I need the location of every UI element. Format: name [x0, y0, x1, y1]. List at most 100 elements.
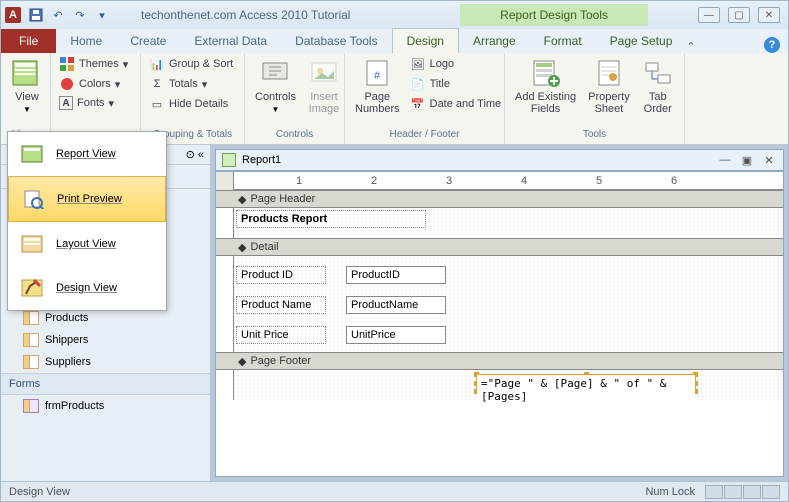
form-icon: [23, 399, 39, 413]
hide-details-button[interactable]: ▭Hide Details: [147, 95, 235, 113]
field-product-name[interactable]: ProductName: [346, 296, 446, 314]
label-product-id[interactable]: Product ID: [236, 266, 326, 284]
view-shortcut-layout[interactable]: [743, 485, 761, 499]
horizontal-ruler[interactable]: 1 2 3 4 5 6: [216, 172, 783, 190]
ribbon-expand-icon[interactable]: ⌃: [686, 40, 695, 53]
themes-button[interactable]: Themes ▾: [57, 55, 130, 73]
view-button[interactable]: View ▼: [7, 55, 47, 116]
date-icon: 📅: [410, 96, 426, 112]
vertical-ruler[interactable]: [216, 208, 234, 238]
controls-group-label: Controls: [251, 127, 338, 142]
minimize-button[interactable]: —: [698, 7, 720, 23]
field-unit-price[interactable]: UnitPrice: [346, 326, 446, 344]
fonts-button[interactable]: AFonts ▾: [57, 95, 130, 111]
nav-category-forms[interactable]: Forms: [1, 373, 210, 395]
vertical-ruler[interactable]: [216, 256, 234, 352]
report-design-canvas[interactable]: 1 2 3 4 5 6 ◆ Page Header Products Repor…: [215, 171, 784, 477]
group-sort-button[interactable]: 📊Group & Sort: [147, 55, 235, 73]
status-left: Design View: [9, 486, 70, 498]
label-unit-price[interactable]: Unit Price: [236, 326, 326, 344]
title-button[interactable]: 📄Title: [408, 75, 504, 93]
detail-section[interactable]: ◆ Detail: [216, 238, 783, 256]
maximize-button[interactable]: ▢: [728, 7, 750, 23]
property-sheet-button[interactable]: Property Sheet: [584, 55, 634, 117]
ruler-corner[interactable]: [216, 172, 234, 190]
doc-restore[interactable]: ▣: [739, 153, 755, 167]
tab-design[interactable]: Design: [392, 28, 459, 53]
view-shortcut-print[interactable]: [724, 485, 742, 499]
nav-dropdown-icon[interactable]: ⊙ «: [186, 148, 204, 161]
controls-icon: [259, 57, 291, 89]
image-icon: [308, 57, 340, 89]
page-expression-field[interactable]: ="Page " & [Page] & " of " & [Pages]: [477, 375, 695, 405]
totals-button[interactable]: ΣTotals ▾: [147, 75, 235, 93]
logo-button[interactable]: 🖼Logo: [408, 55, 504, 73]
doc-minimize[interactable]: —: [717, 153, 733, 167]
add-fields-button[interactable]: Add Existing Fields: [511, 55, 580, 117]
view-shortcut-design[interactable]: [762, 485, 780, 499]
logo-icon: 🖼: [410, 56, 426, 72]
undo-icon[interactable]: ↶: [49, 6, 67, 24]
redo-icon[interactable]: ↷: [71, 6, 89, 24]
nav-table-suppliers[interactable]: Suppliers: [1, 351, 210, 373]
detail-area[interactable]: Product ID ProductID Product Name Produc…: [216, 256, 783, 352]
selected-control[interactable]: ="Page " & [Page] & " of " & [Pages]: [476, 374, 696, 392]
qat-dropdown-icon[interactable]: ▾: [93, 6, 111, 24]
context-tools-title: Report Design Tools: [460, 4, 648, 26]
title-icon: 📄: [410, 76, 426, 92]
ribbon-tabs: File Home Create External Data Database …: [1, 29, 788, 53]
print-preview-icon: [19, 187, 47, 211]
status-numlock: Num Lock: [645, 486, 695, 498]
tab-page-setup[interactable]: Page Setup: [596, 29, 687, 53]
save-icon[interactable]: [27, 6, 45, 24]
document-tab-label: Report1: [242, 154, 281, 166]
file-tab[interactable]: File: [1, 29, 56, 53]
window-controls: — ▢ ✕: [698, 7, 784, 23]
report-view-icon: [18, 142, 46, 166]
tab-format[interactable]: Format: [530, 29, 596, 53]
tools-group-label: Tools: [511, 127, 678, 142]
close-button[interactable]: ✕: [758, 7, 780, 23]
report-title-label[interactable]: Products Report: [236, 210, 426, 228]
table-icon: [23, 333, 39, 347]
chevron-down-icon: ▼: [23, 105, 31, 114]
tab-database-tools[interactable]: Database Tools: [281, 29, 392, 53]
group-tools: Add Existing Fields Property Sheet Tab O…: [505, 53, 685, 144]
view-item-layout[interactable]: Layout View: [8, 222, 166, 266]
tab-create[interactable]: Create: [116, 29, 180, 53]
field-product-id[interactable]: ProductID: [346, 266, 446, 284]
doc-window-controls: — ▣ ✕: [717, 153, 777, 167]
page-footer-section[interactable]: ◆ Page Footer: [216, 352, 783, 370]
add-fields-icon: [530, 57, 562, 89]
vertical-ruler[interactable]: [216, 370, 234, 400]
view-shortcut-report[interactable]: [705, 485, 723, 499]
work-area: Report1 — ▣ ✕ 1 2 3 4 5 6 ◆ Page Header …: [211, 145, 788, 481]
insert-image-button[interactable]: Insert Image: [304, 55, 344, 117]
statusbar: Design View Num Lock: [1, 481, 788, 501]
hide-details-icon: ▭: [149, 96, 165, 112]
page-numbers-icon: #: [361, 57, 393, 89]
nav-form-frmproducts[interactable]: frmProducts: [1, 395, 210, 417]
controls-button[interactable]: Controls▼: [251, 55, 300, 116]
doc-close[interactable]: ✕: [761, 153, 777, 167]
header-footer-group-label: Header / Footer: [351, 127, 498, 142]
tab-home[interactable]: Home: [56, 29, 116, 53]
date-time-button[interactable]: 📅Date and Time: [408, 95, 504, 113]
page-numbers-button[interactable]: #Page Numbers: [351, 55, 404, 117]
tab-order-button[interactable]: Tab Order: [638, 55, 678, 117]
label-product-name[interactable]: Product Name: [236, 296, 326, 314]
table-icon: [23, 311, 39, 325]
document-tab[interactable]: Report1 — ▣ ✕: [215, 149, 784, 171]
colors-button[interactable]: Colors ▾: [57, 75, 130, 93]
view-item-design[interactable]: Design View: [8, 266, 166, 310]
view-item-print-preview[interactable]: Print Preview: [8, 176, 166, 222]
tab-external-data[interactable]: External Data: [180, 29, 281, 53]
help-icon[interactable]: ?: [764, 37, 780, 53]
page-footer-area[interactable]: ="Page " & [Page] & " of " & [Pages]: [216, 370, 783, 400]
page-header-area[interactable]: Products Report: [216, 208, 783, 238]
tab-arrange[interactable]: Arrange: [459, 29, 530, 53]
page-header-section[interactable]: ◆ Page Header: [216, 190, 783, 208]
quick-access-toolbar: ↶ ↷ ▾: [27, 6, 111, 24]
view-item-report[interactable]: Report View: [8, 132, 166, 176]
nav-table-shippers[interactable]: Shippers: [1, 329, 210, 351]
